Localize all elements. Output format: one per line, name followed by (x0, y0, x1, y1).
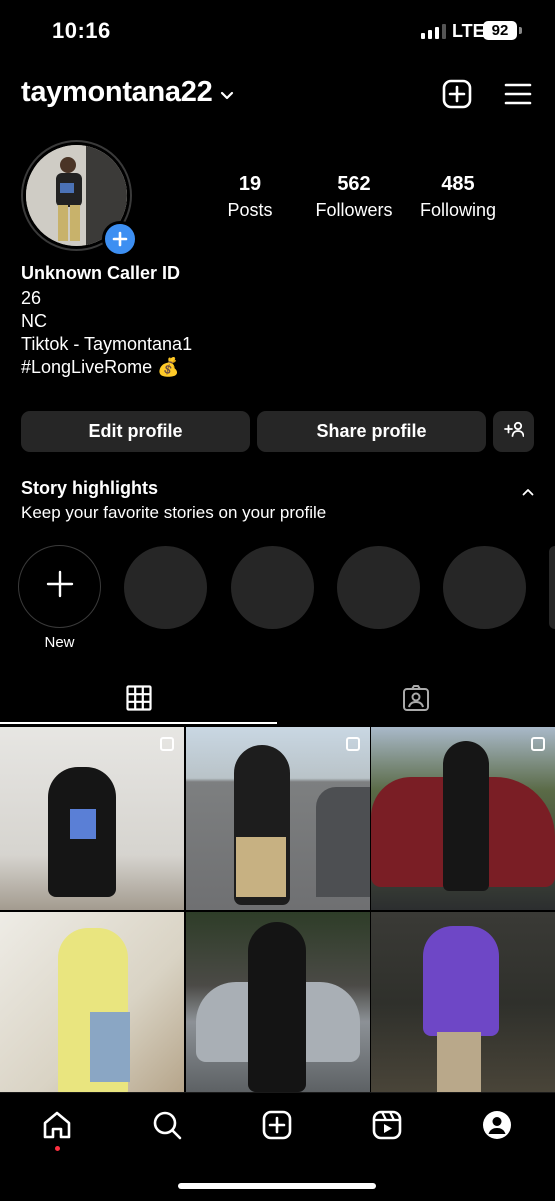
highlights-title: Story highlights (21, 478, 158, 498)
posts-count[interactable]: 19 Posts (216, 173, 284, 221)
post-grid (0, 727, 555, 1095)
followers-value: 562 (337, 173, 371, 195)
share-profile-button[interactable]: Share profile (257, 411, 486, 452)
highlight-placeholder (231, 546, 314, 629)
bio-line-location: NC (21, 311, 47, 331)
home-indicator (178, 1183, 376, 1189)
search-icon[interactable] (149, 1107, 185, 1143)
highlight-placeholder (443, 546, 526, 629)
posts-value: 19 (238, 173, 262, 195)
highlight-placeholder (549, 546, 555, 629)
edit-profile-button[interactable]: Edit profile (21, 411, 250, 452)
add-story-button[interactable] (102, 221, 138, 257)
network-label: LTE (452, 21, 485, 41)
chevron-down-icon (220, 76, 234, 109)
multiple-photos-icon (531, 737, 545, 751)
multiple-photos-icon (345, 737, 360, 751)
grid-icon[interactable] (123, 682, 155, 714)
post-thumbnail[interactable] (371, 912, 555, 1095)
post-thumbnail[interactable] (185, 727, 370, 910)
home-icon[interactable] (39, 1107, 75, 1143)
new-highlight-label: New (44, 634, 75, 651)
create-post-icon[interactable] (440, 77, 474, 111)
battery-indicator: 92 (483, 21, 517, 40)
add-person-icon (503, 421, 524, 442)
bio-line-hashtag[interactable]: #LongLiveRome 💰 (21, 356, 180, 379)
create-icon[interactable] (259, 1107, 295, 1143)
discover-people-button[interactable] (493, 411, 534, 452)
status-time: 10:16 (52, 18, 111, 43)
followers-count[interactable]: 562 Followers (308, 173, 400, 221)
post-thumbnail[interactable] (371, 727, 555, 910)
notification-dot (55, 1146, 60, 1151)
profile-icon[interactable] (479, 1107, 515, 1143)
post-thumbnail[interactable] (185, 912, 370, 1095)
reels-icon[interactable] (369, 1107, 405, 1143)
active-tab-indicator (0, 722, 277, 724)
following-count[interactable]: 485 Following (412, 173, 504, 221)
chevron-up-icon[interactable] (519, 484, 537, 500)
battery-nub (519, 27, 522, 34)
bio-line-age: 26 (21, 288, 42, 308)
multiple-photos-icon (160, 737, 174, 751)
signal-icon (421, 24, 446, 39)
menu-icon[interactable] (502, 79, 534, 109)
tagged-icon[interactable] (400, 682, 432, 714)
username: taymontana22 (21, 76, 213, 108)
new-highlight-button[interactable] (18, 545, 101, 628)
post-thumbnail[interactable] (0, 727, 184, 910)
profile-name: Unknown Caller ID (21, 263, 181, 283)
following-label: Following (419, 200, 497, 220)
bio-line-tiktok: Tiktok - Taymontana1 (21, 334, 193, 354)
account-switcher[interactable]: taymontana22 (21, 76, 234, 109)
highlight-placeholder (124, 546, 207, 629)
highlights-subtitle: Keep your favorite stories on your profi… (21, 503, 327, 522)
plus-icon (46, 570, 74, 603)
following-value: 485 (441, 173, 475, 195)
posts-label: Posts (227, 200, 273, 220)
followers-label: Followers (315, 200, 393, 220)
post-thumbnail[interactable] (0, 912, 184, 1095)
highlight-placeholder (337, 546, 420, 629)
